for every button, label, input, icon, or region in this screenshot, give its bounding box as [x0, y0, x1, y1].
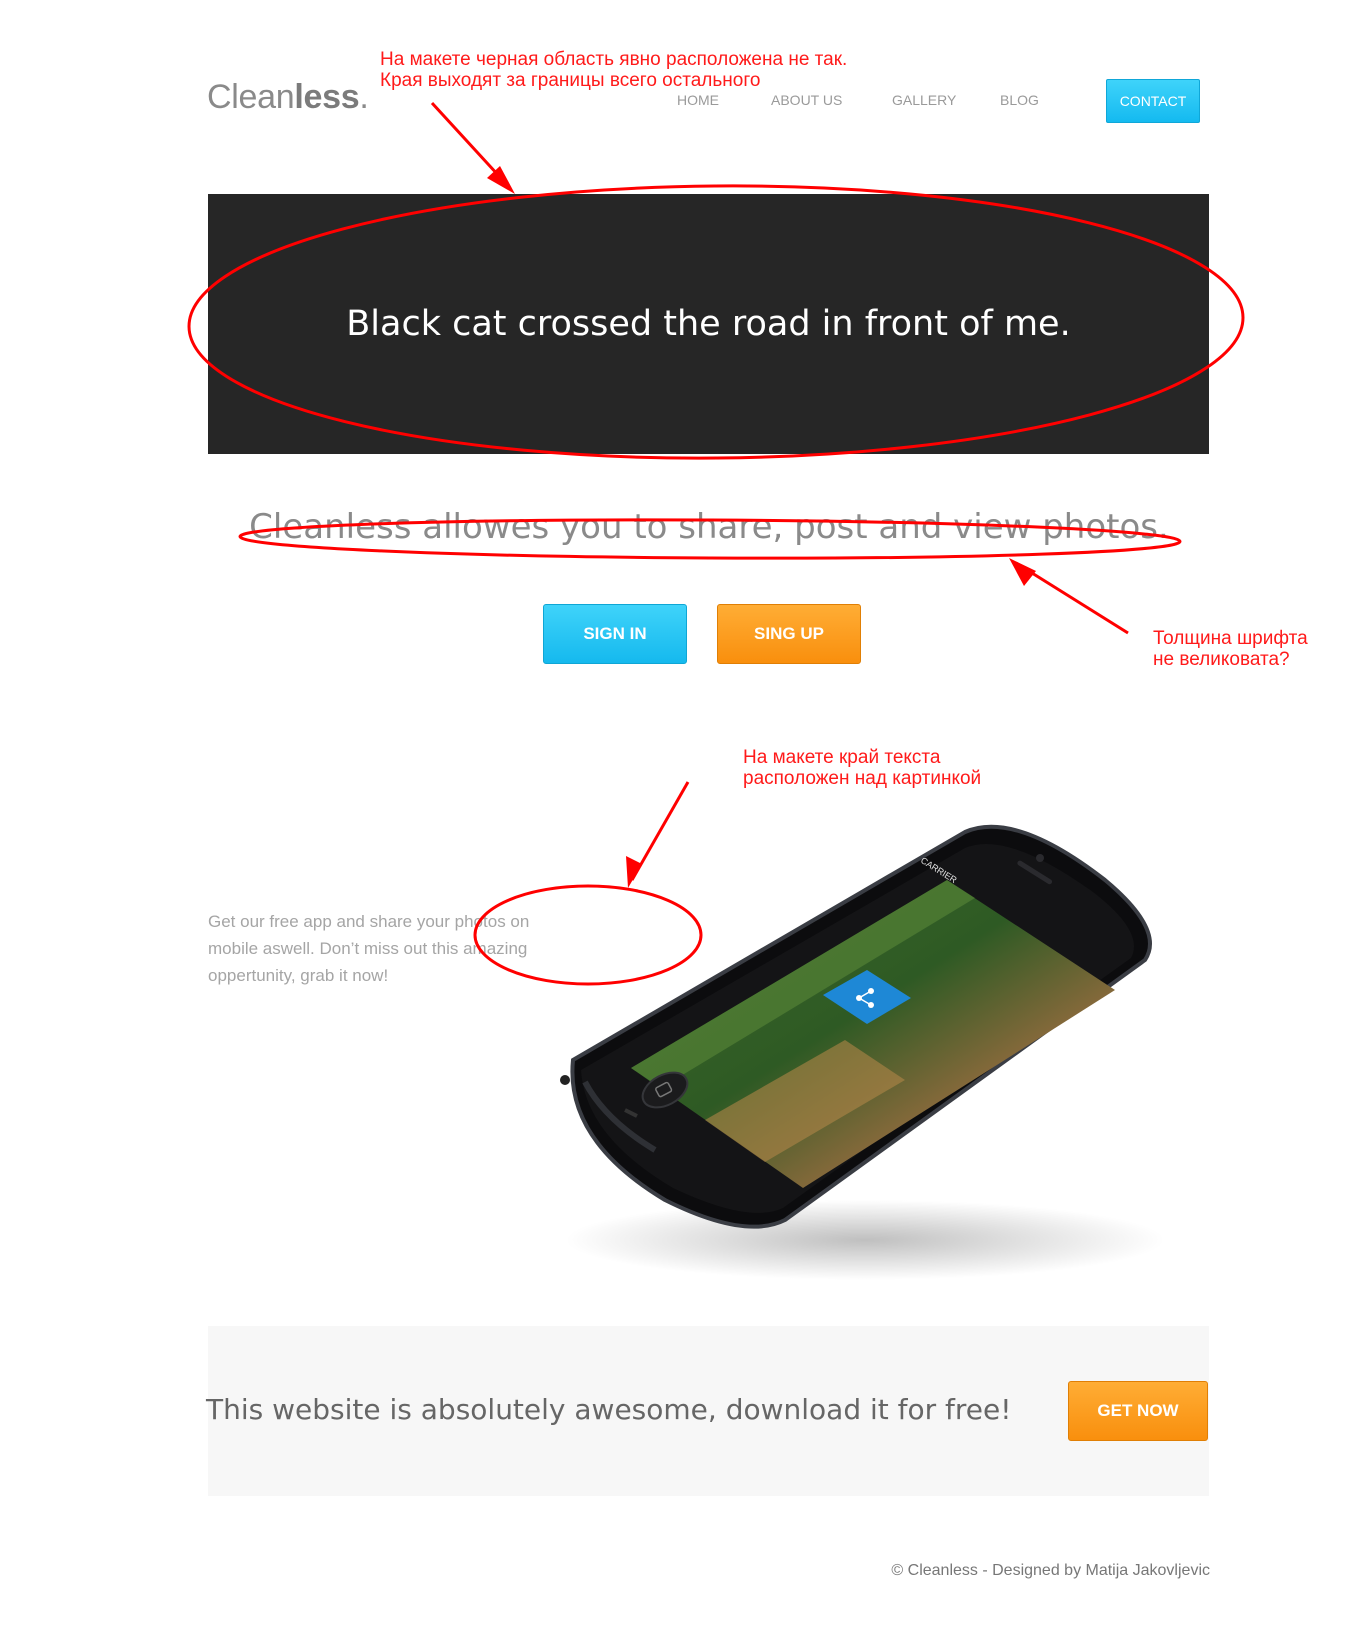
arrow-head-2 — [1009, 558, 1036, 586]
annotation-text: Края выходят за границы всего остального — [380, 70, 761, 91]
annotation-note-text-edge: На макете край текста расположен над кар… — [743, 747, 981, 789]
arrow-head-3 — [626, 856, 642, 888]
tagline-annotation-ellipse — [238, 518, 1182, 560]
arrow-head-1 — [487, 166, 515, 194]
annotation-text: На макете черная область явно расположен… — [380, 49, 848, 70]
annotation-text: На макете край текста — [743, 747, 941, 768]
annotation-text: расположен над картинкой — [743, 768, 982, 789]
annotation-note-font: Толщина шрифта не великовата? — [1153, 628, 1308, 670]
annotation-note-hero: На макете черная область явно расположен… — [380, 49, 847, 91]
annotation-text: Толщина шрифта — [1153, 628, 1308, 649]
annotation-text: не великовата? — [1153, 649, 1290, 670]
annotation-overlay — [187, 101, 1245, 986]
hero-annotation-ellipse — [187, 184, 1245, 460]
app-text-annotation-ellipse — [473, 884, 703, 986]
